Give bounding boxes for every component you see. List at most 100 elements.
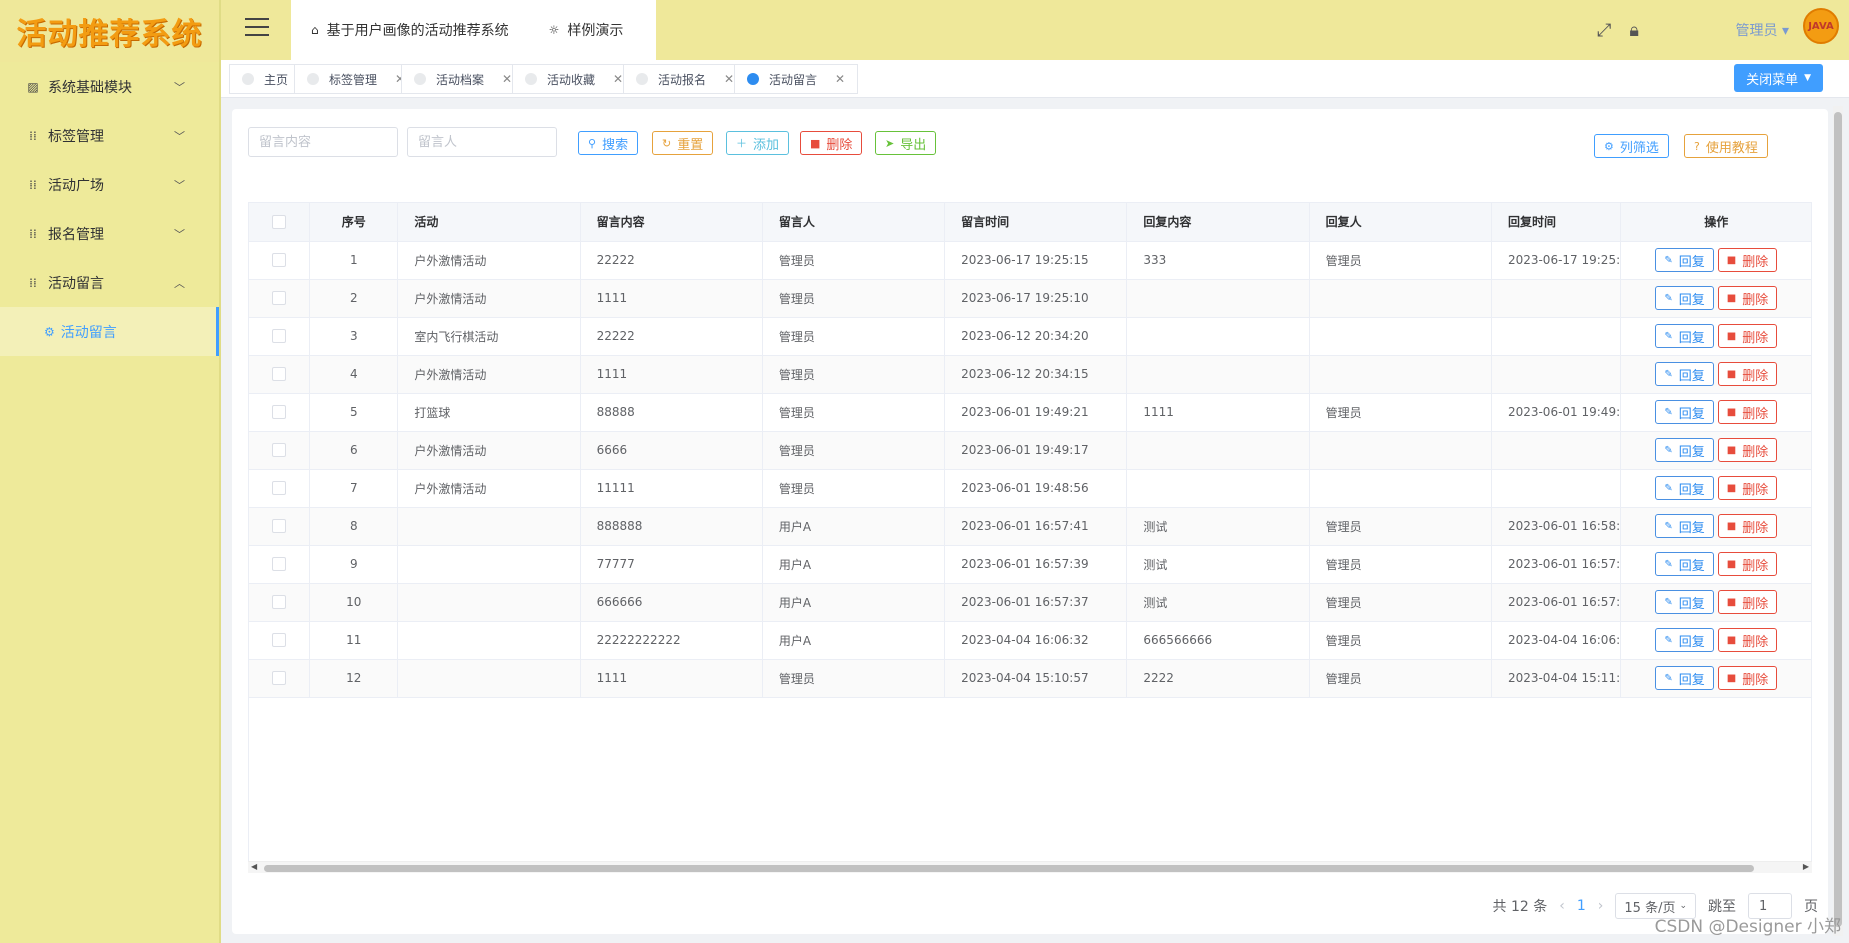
edit-icon: ✎ — [1664, 406, 1673, 418]
tab-4[interactable]: 活动报名 ✕ — [623, 64, 748, 94]
current-page[interactable]: 1 — [1577, 898, 1586, 914]
sidebar-item-0[interactable]: ▨ 系统基础模块 ﹀ — [0, 62, 219, 111]
search-button[interactable]: ⚲ 搜索 — [578, 131, 639, 155]
reply-button[interactable]: ✎ 回复 — [1655, 324, 1714, 348]
reply-button[interactable]: ✎ 回复 — [1655, 590, 1714, 614]
row-delete-button[interactable]: ■ 删除 — [1717, 590, 1778, 614]
table-row[interactable]: 2 户外激情活动 1111 管理员 2023-06-17 19:25:10 ✎ 回复 ■ 删除 — [249, 279, 1811, 318]
reply-button[interactable]: ✎ 回复 — [1655, 400, 1714, 424]
table-row[interactable]: 11 22222222222 用户A 2023-04-04 16:06:32 66656… — [249, 621, 1811, 660]
reply-button[interactable]: ✎ 回复 — [1655, 362, 1714, 386]
fullscreen-icon[interactable]: ⤢ — [1597, 20, 1611, 41]
row-checkbox[interactable] — [272, 481, 287, 496]
table-row[interactable]: 7 户外激情活动 11111 管理员 2023-06-01 19:48:56 ✎ 回复 ■ 删除 — [249, 469, 1811, 508]
cell-reply-content: 测试 — [1126, 583, 1310, 622]
horizontal-scrollbar[interactable]: ◀ ▶ — [248, 861, 1812, 873]
tab-0[interactable]: 主页 — [229, 64, 302, 94]
cell-content: 1111 — [580, 279, 763, 318]
row-delete-button[interactable]: ■ 删除 — [1717, 400, 1778, 424]
user-menu[interactable]: 管理员 ▾ — [1736, 20, 1789, 40]
add-button[interactable]: ＋ 添加 — [726, 131, 790, 155]
table-row[interactable]: 9 77777 用户A 2023-06-01 16:57:39 测试 管理员 2023-06… — [249, 545, 1811, 584]
reply-button[interactable]: ✎ 回复 — [1655, 438, 1714, 462]
close-icon[interactable]: ✕ — [835, 72, 845, 86]
row-checkbox[interactable] — [272, 405, 287, 420]
row-delete-button[interactable]: ■ 删除 — [1717, 476, 1778, 500]
column-filter-button[interactable]: ⚙ 列筛选 — [1594, 134, 1669, 158]
scroll-thumb[interactable] — [264, 865, 1754, 872]
row-checkbox[interactable] — [272, 519, 287, 534]
select-all-checkbox[interactable] — [272, 215, 287, 229]
delete-button[interactable]: ■ 删除 — [800, 131, 863, 155]
next-page-icon[interactable]: › — [1598, 898, 1604, 914]
breadcrumb-home[interactable]: 基于用户画像的活动推荐系统 — [327, 20, 509, 40]
table-row[interactable]: 4 户外激情活动 1111 管理员 2023-06-12 20:34:15 ✎ 回复 ■ 删除 — [249, 355, 1811, 394]
sidebar-item-3[interactable]: ⁞⁞ 报名管理 ﹀ — [0, 209, 219, 258]
row-delete-button[interactable]: ■ 删除 — [1717, 514, 1778, 538]
sidebar-item-2[interactable]: ⁞⁞ 活动广场 ﹀ — [0, 160, 219, 209]
avatar[interactable]: JAVA — [1803, 8, 1839, 44]
row-actions: ✎ 回复 ■ 删除 — [1620, 355, 1811, 394]
lock-icon[interactable]: 🔒︎ — [1629, 20, 1639, 41]
reply-button[interactable]: ✎ 回复 — [1655, 552, 1714, 576]
table-row[interactable]: 5 打篮球 88888 管理员 2023-06-01 19:49:21 1111 管理员 20… — [249, 393, 1811, 432]
sidebar-subitem-messages[interactable]: ⚙ 活动留言 — [0, 307, 219, 356]
tab-5[interactable]: 活动留言 ✕ — [734, 64, 859, 94]
close-menu-button[interactable]: 关闭菜单 ▼ — [1734, 64, 1823, 92]
tab-3[interactable]: 活动收藏 ✕ — [512, 64, 637, 94]
row-delete-button[interactable]: ■ 删除 — [1717, 628, 1778, 652]
row-actions: ✎ 回复 ■ 删除 — [1620, 317, 1811, 356]
menu-toggle-icon[interactable] — [245, 18, 269, 38]
row-checkbox[interactable] — [272, 291, 287, 306]
prev-page-icon[interactable]: ‹ — [1559, 898, 1565, 914]
row-checkbox[interactable] — [272, 671, 287, 686]
tutorial-button[interactable]: ? 使用教程 — [1684, 134, 1768, 158]
reply-button[interactable]: ✎ 回复 — [1655, 248, 1714, 272]
vertical-scrollbar[interactable] — [1833, 106, 1843, 936]
row-delete-button[interactable]: ■ 删除 — [1717, 666, 1778, 690]
close-icon[interactable]: ✕ — [502, 72, 512, 86]
table-row[interactable]: 6 户外激情活动 6666 管理员 2023-06-01 19:49:17 ✎ 回复 ■ 删除 — [249, 431, 1811, 470]
reply-button[interactable]: ✎ 回复 — [1655, 476, 1714, 500]
reply-button[interactable]: ✎ 回复 — [1655, 666, 1714, 690]
table-row[interactable]: 10 666666 用户A 2023-06-01 16:57:37 测试 管理员 2023-… — [249, 583, 1811, 622]
reply-button[interactable]: ✎ 回复 — [1655, 514, 1714, 538]
sidebar-item-1[interactable]: ⁞⁞ 标签管理 ﹀ — [0, 111, 219, 160]
table-row[interactable]: 8 888888 用户A 2023-06-01 16:57:41 测试 管理员 2023-0… — [249, 507, 1811, 546]
content-search-input[interactable] — [248, 127, 398, 157]
row-delete-button[interactable]: ■ 删除 — [1717, 438, 1778, 462]
row-delete-button[interactable]: ■ 删除 — [1717, 248, 1778, 272]
table-row[interactable]: 3 室内飞行棋活动 22222 管理员 2023-06-12 20:34:20 ✎ 回复 ■ 删… — [249, 317, 1811, 356]
table-row[interactable]: 1 户外激情活动 22222 管理员 2023-06-17 19:25:15 333 管理员… — [249, 241, 1811, 280]
close-icon[interactable]: ✕ — [724, 72, 734, 86]
scroll-left-icon[interactable]: ◀ — [251, 862, 257, 871]
grid-icon: ⁞⁞ — [29, 128, 37, 143]
row-delete-button[interactable]: ■ 删除 — [1717, 324, 1778, 348]
table-row[interactable]: 12 1111 管理员 2023-04-04 15:10:57 2222 管理员 2023-… — [249, 659, 1811, 698]
row-delete-button[interactable]: ■ 删除 — [1717, 362, 1778, 386]
cell-reply-content — [1126, 355, 1310, 394]
row-checkbox[interactable] — [272, 633, 287, 648]
reply-button[interactable]: ✎ 回复 — [1655, 286, 1714, 310]
row-delete-button[interactable]: ■ 删除 — [1717, 286, 1778, 310]
cell-time: 2023-06-01 16:57:41 — [944, 507, 1128, 546]
sidebar-item-4[interactable]: ⁞⁞ 活动留言 ︿ — [0, 258, 219, 307]
tab-2[interactable]: 活动档案 ✕ — [401, 64, 526, 94]
breadcrumb-demo[interactable]: 样例演示 — [567, 20, 623, 40]
close-icon[interactable]: ✕ — [613, 72, 623, 86]
reply-button[interactable]: ✎ 回复 — [1655, 628, 1714, 652]
row-checkbox[interactable] — [272, 595, 287, 610]
row-checkbox[interactable] — [272, 557, 287, 572]
row-checkbox[interactable] — [272, 253, 287, 268]
person-search-input[interactable] — [407, 127, 557, 157]
vertical-scroll-thumb[interactable] — [1834, 112, 1842, 927]
row-checkbox[interactable] — [272, 443, 287, 458]
row-checkbox[interactable] — [272, 367, 287, 382]
reset-button[interactable]: ↻ 重置 — [652, 131, 714, 155]
scroll-right-icon[interactable]: ▶ — [1803, 862, 1809, 871]
row-delete-label: 删除 — [1742, 520, 1769, 536]
export-button[interactable]: ➤ 导出 — [875, 131, 937, 155]
row-delete-button[interactable]: ■ 删除 — [1717, 552, 1778, 576]
tab-1[interactable]: 标签管理✕ — [294, 64, 419, 94]
row-checkbox[interactable] — [272, 329, 287, 344]
